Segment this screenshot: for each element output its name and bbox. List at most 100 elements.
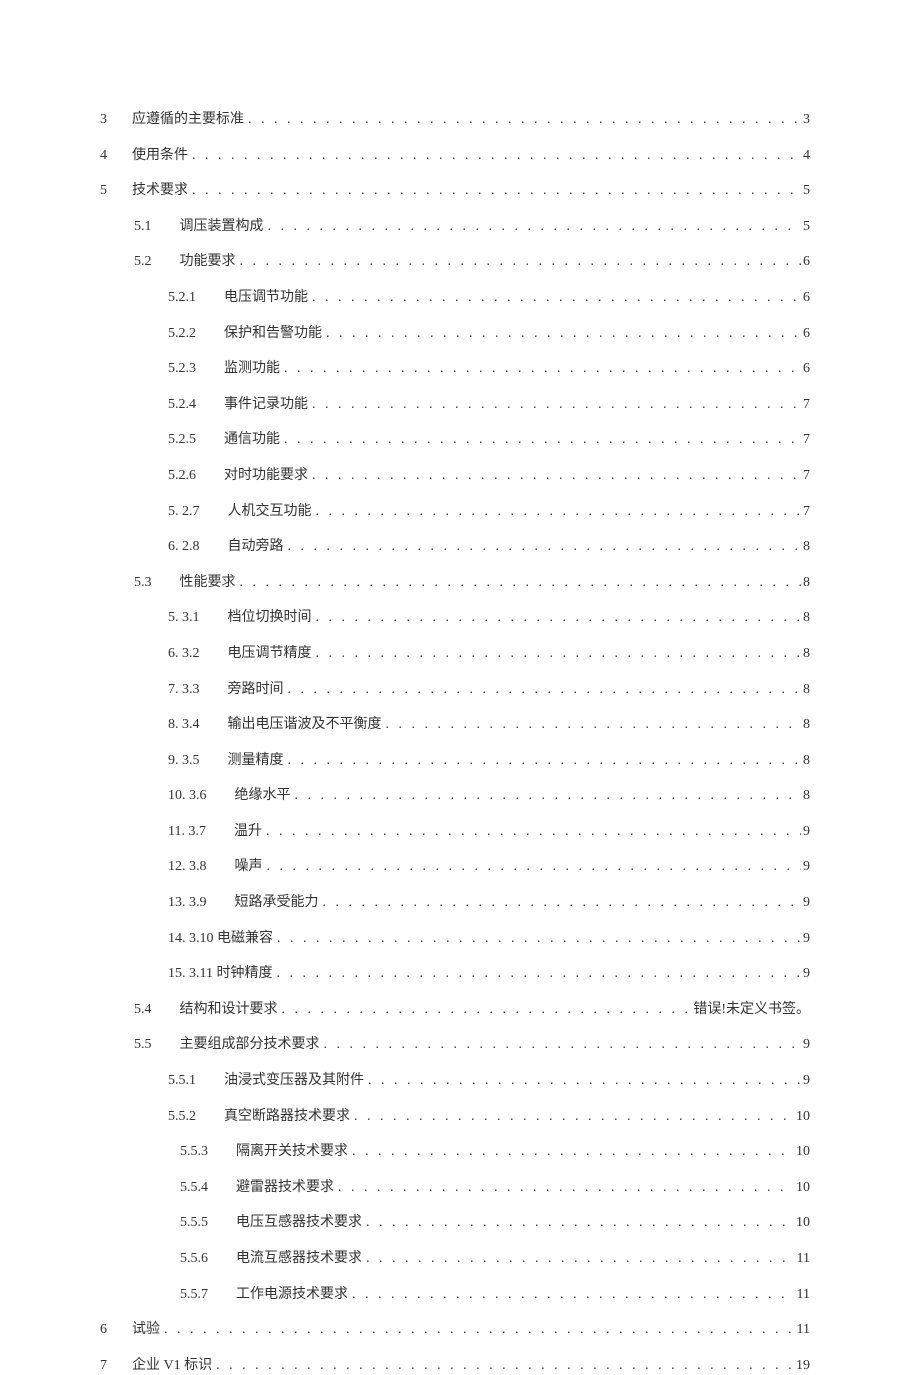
toc-page-number: 8	[801, 715, 810, 735]
toc-number: 5.2.4	[168, 395, 196, 415]
toc-entry: 5.5.3隔离开关技术要求10	[100, 1142, 810, 1162]
toc-entry: 4使用条件4	[100, 146, 810, 166]
toc-number: 5. 2.7	[168, 502, 200, 522]
toc-leader-dots	[284, 751, 802, 771]
toc-title: 事件记录功能	[224, 395, 308, 415]
toc-leader-dots	[280, 430, 801, 450]
toc-number: 4	[100, 146, 114, 166]
toc-title: 噪声	[235, 857, 263, 877]
toc-title: 结构和设计要求	[180, 1000, 278, 1020]
toc-page-number: 9	[801, 929, 810, 949]
toc-number: 5.2.3	[168, 359, 196, 379]
toc-number: 5	[100, 181, 114, 201]
toc-entry: 13. 3.9短路承受能力9	[100, 893, 810, 913]
toc-number: 5.2.6	[168, 466, 196, 486]
toc-number: 5.2.2	[168, 324, 196, 344]
toc-entry: 6试验11	[100, 1320, 810, 1340]
toc-number: 9. 3.5	[168, 751, 200, 771]
toc-entry: 14. 3.10 电磁兼容9	[100, 929, 810, 949]
toc-number: 3	[100, 110, 114, 130]
toc-title: 性能要求	[180, 573, 236, 593]
toc-number: 7	[100, 1356, 114, 1375]
toc-entry: 9. 3.5测量精度8	[100, 751, 810, 771]
toc-entry: 5技术要求5	[100, 181, 810, 201]
toc-leader-dots	[188, 146, 801, 166]
toc-page-number: 19	[794, 1356, 810, 1375]
toc-leader-dots	[160, 1320, 795, 1340]
toc-title: 监测功能	[224, 359, 280, 379]
toc-title: 绝缘水平	[235, 786, 291, 806]
toc-entry: 5.4 结构和设计要求 错误!未定义书签。	[100, 1000, 810, 1020]
table-of-contents: 3应遵循的主要标准34使用条件45技术要求55.1调压装置构成55.2功能要求6…	[100, 110, 810, 1375]
toc-number: 5.3	[134, 573, 152, 593]
toc-page-number: 8	[801, 644, 810, 664]
toc-leader-dots	[319, 893, 802, 913]
toc-entry: 5. 2.7人机交互功能7	[100, 502, 810, 522]
toc-leader-dots	[236, 252, 802, 272]
toc-leader-dots	[236, 573, 802, 593]
toc-entry: 8. 3.4输出电压谐波及不平衡度8	[100, 715, 810, 735]
toc-leader-dots	[308, 288, 801, 308]
toc-number: 5.5.6	[180, 1249, 208, 1269]
toc-title: 油浸式变压器及其附件	[224, 1071, 364, 1091]
toc-entry: 5.5.5电压互感器技术要求10	[100, 1213, 810, 1233]
toc-title: 电压互感器技术要求	[236, 1213, 362, 1233]
toc-number: 5.4	[134, 1000, 152, 1020]
toc-leader-dots	[212, 1356, 794, 1375]
toc-leader-dots	[350, 1107, 794, 1127]
toc-title: 功能要求	[180, 252, 236, 272]
toc-number: 13. 3.9	[168, 893, 207, 913]
toc-entry: 5.5.6电流互感器技术要求11	[100, 1249, 810, 1269]
toc-number: 5.2.5	[168, 430, 196, 450]
toc-entry: 15. 3.11 时钟精度 9	[100, 964, 810, 984]
toc-page-number: 11	[795, 1249, 810, 1269]
toc-leader-dots	[188, 181, 801, 201]
toc-page-number: 5	[801, 181, 810, 201]
toc-page-number: 6	[801, 288, 810, 308]
toc-entry: 5.2功能要求6	[100, 252, 810, 272]
toc-leader-dots	[272, 964, 801, 984]
toc-entry: 5.5.2真空断路器技术要求10	[100, 1107, 810, 1127]
toc-leader-dots	[308, 466, 801, 486]
toc-leader-dots	[364, 1071, 801, 1091]
toc-page-number: 9	[801, 964, 810, 984]
toc-entry: 5.5.4避雷器技术要求10	[100, 1178, 810, 1198]
toc-leader-dots	[334, 1178, 794, 1198]
toc-entry: 7. 3.3旁路时间8	[100, 680, 810, 700]
toc-page-number: 错误!未定义书签。	[691, 1000, 810, 1020]
toc-page-number: 10	[794, 1213, 810, 1233]
toc-title: 人机交互功能	[228, 502, 312, 522]
toc-page-number: 7	[801, 466, 810, 486]
toc-entry: 3应遵循的主要标准3	[100, 110, 810, 130]
toc-page-number: 8	[801, 786, 810, 806]
toc-leader-dots	[362, 1213, 794, 1233]
toc-leader-dots	[312, 502, 802, 522]
toc-page-number: 8	[801, 680, 810, 700]
toc-page-number: 10	[794, 1107, 810, 1127]
toc-title: 主要组成部分技术要求	[180, 1035, 320, 1055]
toc-number: 5.5.2	[168, 1107, 196, 1127]
toc-leader-dots	[264, 217, 802, 237]
toc-entry: 6. 3.2电压调节精度8	[100, 644, 810, 664]
toc-entry: 5.5主要组成部分技术要求9	[100, 1035, 810, 1055]
toc-page-number: 7	[801, 395, 810, 415]
toc-leader-dots	[312, 608, 802, 628]
toc-title: 避雷器技术要求	[236, 1178, 334, 1198]
toc-page-number: 8	[801, 573, 810, 593]
toc-entry: 5.5.7工作电源技术要求11	[100, 1285, 810, 1305]
toc-number: 6	[100, 1320, 114, 1340]
toc-number: 5.2	[134, 252, 152, 272]
toc-page-number: 9	[801, 893, 810, 913]
toc-number: 5.5.1	[168, 1071, 196, 1091]
toc-number: 5.5.4	[180, 1178, 208, 1198]
toc-number: 10. 3.6	[168, 786, 207, 806]
toc-title: 温升	[234, 822, 262, 842]
toc-page-number: 4	[801, 146, 810, 166]
toc-entry: 11. 3.7温升9	[100, 822, 810, 842]
toc-page-number: 6	[801, 359, 810, 379]
toc-leader-dots	[244, 110, 801, 130]
toc-page-number: 11	[795, 1320, 810, 1340]
toc-title: 15. 3.11 时钟精度	[168, 964, 272, 984]
toc-page-number: 10	[794, 1142, 810, 1162]
toc-entry: 5.2.1电压调节功能6	[100, 288, 810, 308]
